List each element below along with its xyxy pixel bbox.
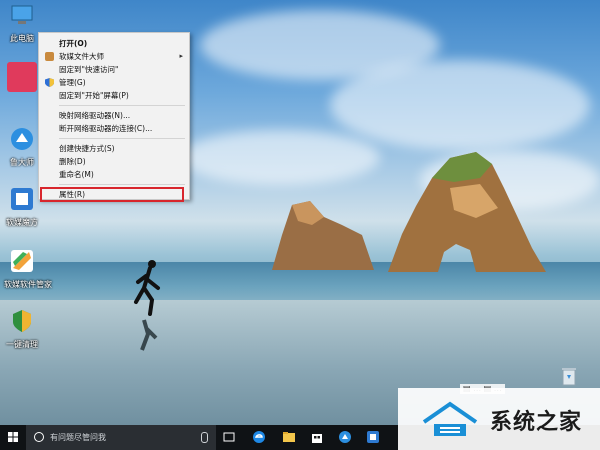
menu-item-map-network-drive[interactable]: 映射网络驱动器(N)... [39,109,189,122]
desktop-icon-user[interactable] [4,62,40,92]
ruanmei-icon[interactable] [366,430,380,444]
watermark-text: 系统之家 [490,410,583,435]
desktop-icon-this-pc[interactable]: 此电脑 [4,2,40,44]
menu-item-create-shortcut[interactable]: 创建快捷方式(S) [39,142,189,155]
recycle-bin-icon[interactable] [560,366,578,386]
task-view-icon[interactable] [222,430,236,444]
menu-item-properties[interactable]: 属性(R) [40,187,184,202]
menu-item-label: 软媒文件大师 [59,52,104,61]
desktop-icon-cleanup[interactable]: 一键清理 [4,308,40,350]
desktop-icon-label: 软媒软件管家 [4,280,52,289]
ludashi-icon[interactable] [338,430,352,444]
menu-item-rename[interactable]: 重命名(M) [39,168,189,181]
desktop-icon-label: 一键清理 [6,340,38,349]
menu-separator [59,138,185,139]
desktop-icon-ludashi[interactable]: 鲁大师 [4,126,40,168]
search-icon [34,432,44,442]
menu-item-label: 固定到"开始"屏幕(P) [59,91,129,100]
menu-item-delete[interactable]: 删除(D) [39,155,189,168]
runner-silhouette [134,260,160,351]
desktop-icon-software-manager[interactable]: 软媒软件管家 [4,248,52,290]
house-logo-icon [422,401,478,436]
small-rock [272,201,374,270]
desktop-icon-ruanmei[interactable]: 软媒魔方 [4,186,40,228]
chevron-right-icon: ▸ [179,52,183,60]
ruanmei-icon [11,188,33,210]
search-box[interactable]: 有问题尽管问我 [26,425,216,450]
edge-icon[interactable] [252,430,266,444]
software-manager-icon [11,250,33,272]
menu-item-label: 属性(R) [59,190,86,199]
windows-start-icon[interactable] [0,425,26,450]
cloud [180,130,380,185]
microphone-icon[interactable] [201,432,208,443]
ludashi-icon [11,128,33,150]
search-placeholder: 有问题尽管问我 [50,433,106,442]
menu-item-label: 删除(D) [59,157,86,166]
store-icon[interactable] [310,430,324,444]
menu-separator [59,184,185,185]
menu-item-label: 固定到"快速访问" [59,65,119,74]
file-explorer-icon[interactable] [282,430,296,444]
menu-separator [59,105,185,106]
file-master-icon [45,52,54,61]
menu-item-label: 创建快捷方式(S) [59,144,115,153]
this-pc-icon [11,5,33,24]
menu-item-pin-quick-access[interactable]: 固定到"快速访问" [39,63,189,76]
cloud [330,60,590,150]
desktop-icon-label: 鲁大师 [10,158,34,167]
menu-item-label: 重命名(M) [59,170,94,179]
shield-icon [45,78,54,87]
arch-rock [388,152,546,272]
menu-item-label: 管理(G) [59,78,86,87]
desktop-icon-label: 软媒魔方 [6,218,38,227]
menu-item-disconnect-network-drive[interactable]: 断开网络驱动器的连接(C)... [39,122,189,135]
menu-item-label: 断开网络驱动器的连接(C)... [59,124,153,133]
cleanup-icon [13,310,31,332]
watermark-logo: 系统之家 [398,388,600,450]
menu-item-manage[interactable]: 管理(G) [39,76,189,89]
menu-item-pin-start[interactable]: 固定到"开始"屏幕(P) [39,89,189,102]
menu-item-label: 打开(O) [59,39,88,48]
context-menu: 打开(O) 软媒文件大师 ▸ 固定到"快速访问" 管理(G) 固定到"开始"屏幕… [38,32,190,202]
desktop-icon-label: 此电脑 [10,34,34,43]
user-folder-icon [7,62,37,92]
menu-item-label: 映射网络驱动器(N)... [59,111,131,120]
menu-item-open[interactable]: 打开(O) [39,37,189,50]
menu-item-file-master[interactable]: 软媒文件大师 ▸ [39,50,189,63]
